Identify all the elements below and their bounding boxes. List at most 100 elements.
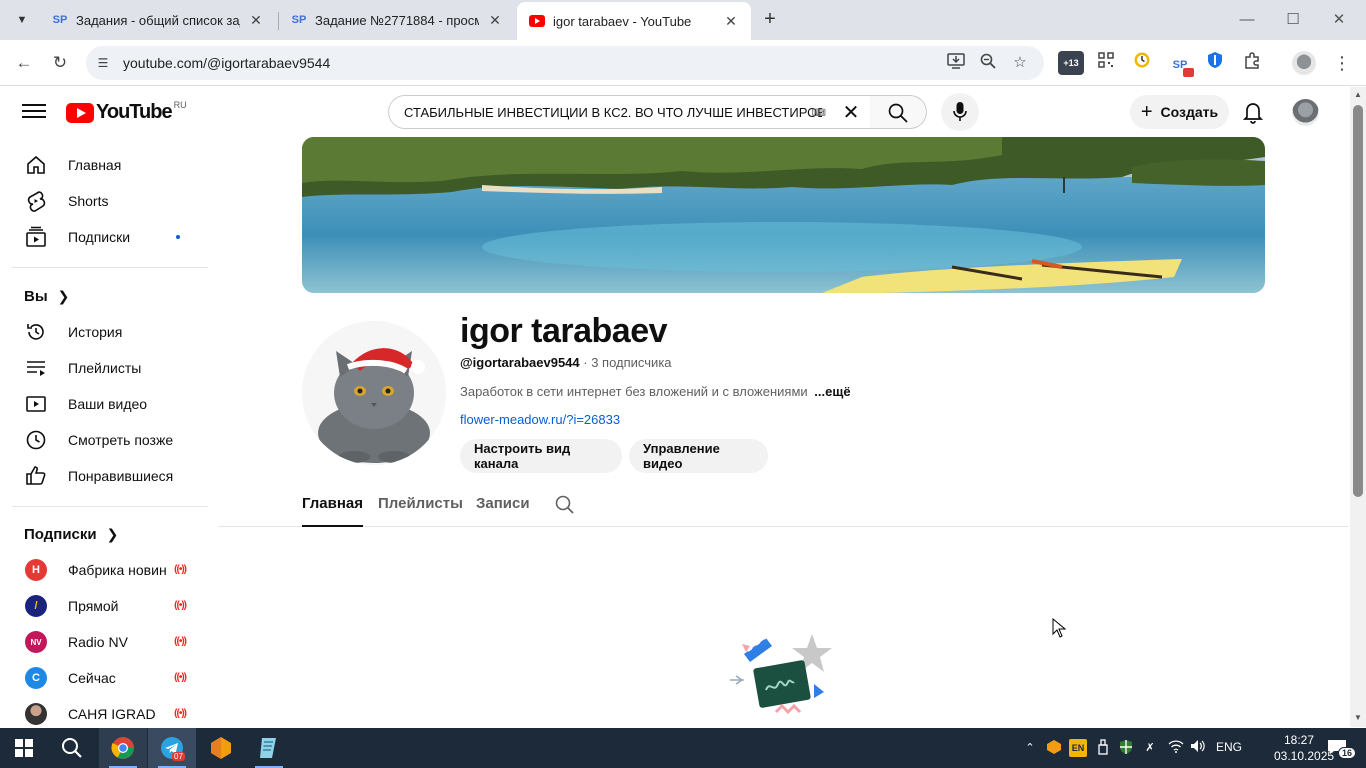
back-button[interactable]: ←: [10, 49, 38, 77]
reload-button[interactable]: ↻: [46, 49, 74, 77]
sidebar-item-your-videos[interactable]: Ваши видео: [12, 386, 208, 422]
customize-channel-button[interactable]: Настроить вид канала: [460, 439, 622, 473]
close-tab-icon[interactable]: ✕: [487, 12, 503, 29]
shorts-icon: [24, 189, 48, 213]
browser-menu-icon[interactable]: ⋮: [1330, 51, 1354, 75]
channel-avatar-icon: /: [24, 594, 48, 618]
tray-utility-icon[interactable]: ✗: [1141, 739, 1159, 757]
tab-title: Задания - общий список зада: [76, 12, 240, 28]
minimize-button[interactable]: —: [1233, 6, 1261, 34]
voice-search-button[interactable]: [941, 93, 979, 131]
history-icon: [24, 320, 48, 344]
security-shield-icon[interactable]: [1117, 739, 1135, 757]
close-tab-icon[interactable]: ✕: [248, 12, 264, 29]
subscriber-count: 3 подписчика: [591, 355, 672, 370]
show-more-link[interactable]: ...ещё: [814, 384, 850, 399]
notifications-bell-icon[interactable]: [1240, 99, 1266, 125]
extensions-badge-icon[interactable]: +13: [1058, 51, 1084, 75]
extensions-puzzle-icon[interactable]: [1240, 51, 1264, 75]
install-app-icon[interactable]: [946, 53, 966, 73]
sidebar-item-subscriptions[interactable]: Подписки: [12, 219, 208, 255]
network-wifi-icon[interactable]: [1167, 739, 1185, 757]
keyboard-layout-en-icon[interactable]: EN: [1069, 739, 1087, 757]
sidebar-item-history[interactable]: История: [12, 314, 208, 350]
sidebar-item-playlists[interactable]: Плейлисты: [12, 350, 208, 386]
subscription-item[interactable]: / Прямой ((•)): [12, 588, 208, 624]
channel-description[interactable]: Заработок в сети интернет без вложений и…: [460, 384, 851, 399]
scrollbar-thumb[interactable]: [1353, 105, 1363, 497]
scroll-up-arrow-icon[interactable]: ▲: [1353, 90, 1363, 100]
input-language[interactable]: ENG: [1216, 740, 1242, 754]
notification-center-button[interactable]: 16: [1326, 738, 1357, 760]
channel-avatar-icon: [24, 702, 48, 726]
browser-tab-2[interactable]: SP Задание №2771884 - просмот ✕: [279, 0, 515, 40]
channel-banner: [302, 137, 1265, 293]
subscription-item[interactable]: NV Radio NV ((•)): [12, 624, 208, 660]
sidebar-item-home[interactable]: Главная: [12, 147, 208, 183]
volume-icon[interactable]: [1189, 739, 1207, 757]
usb-device-icon[interactable]: [1094, 739, 1112, 757]
search-button[interactable]: [870, 95, 927, 129]
youtube-play-icon: [66, 102, 94, 123]
close-window-button[interactable]: ✕: [1325, 6, 1353, 34]
youtube-logo[interactable]: YouTube RU: [66, 100, 187, 124]
channel-handle: @igortarabaev9544: [460, 355, 580, 370]
address-bar[interactable]: ☰ youtube.com/@igortarabaev9544 ☆: [86, 46, 1044, 80]
tab-posts[interactable]: Записи: [476, 495, 530, 527]
sidebar-item-watch-later[interactable]: Смотреть позже: [12, 422, 208, 458]
create-label: Создать: [1160, 104, 1219, 120]
search-input[interactable]: СТАБИЛЬНЫЕ ИНВЕСТИЦИИ В КС2. ВО ЧТО ЛУЧШ…: [388, 95, 871, 129]
sp-extension-icon[interactable]: SP: [1168, 51, 1194, 77]
guide-menu-icon[interactable]: [22, 101, 46, 121]
show-hidden-icons-chevron-icon[interactable]: ⌃: [1021, 739, 1039, 757]
live-broadcast-icon: ((•)): [174, 564, 187, 575]
channel-search-icon[interactable]: [555, 495, 575, 515]
keyboard-icon[interactable]: ⌨: [812, 108, 826, 119]
sidebar-subscriptions-heading[interactable]: Подписки ❯: [24, 526, 118, 543]
tab-search-button[interactable]: ▼: [8, 8, 36, 32]
manage-videos-button[interactable]: Управление видео: [629, 439, 768, 473]
bookmark-star-icon[interactable]: ☆: [1010, 53, 1030, 73]
create-button[interactable]: + Создать: [1130, 95, 1229, 129]
maximize-button[interactable]: ☐: [1279, 6, 1307, 34]
sidebar-item-shorts[interactable]: Shorts: [12, 183, 208, 219]
site-info-icon[interactable]: ☰: [94, 54, 112, 72]
taskbar-notepad[interactable]: [245, 728, 293, 768]
subscription-item[interactable]: Н Фабрика новин ((•)): [12, 552, 208, 588]
channel-external-link[interactable]: flower-meadow.ru/?i=26833: [460, 412, 620, 427]
channel-avatar-icon: NV: [24, 630, 48, 654]
taskbar-telegram[interactable]: 07: [148, 728, 196, 768]
scroll-down-arrow-icon[interactable]: ▼: [1353, 713, 1363, 723]
taskbar-app-orange[interactable]: [197, 728, 245, 768]
notification-count: 16: [1338, 747, 1357, 759]
shield-extension-icon[interactable]: [1203, 51, 1227, 75]
sidebar-you-heading[interactable]: Вы ❯: [24, 288, 69, 305]
close-tab-icon[interactable]: ✕: [723, 13, 739, 30]
new-tab-button[interactable]: +: [758, 8, 782, 32]
account-avatar[interactable]: [1292, 99, 1319, 126]
qr-code-icon[interactable]: [1094, 51, 1118, 75]
browser-tab-1[interactable]: SP Задания - общий список зада ✕: [40, 0, 276, 40]
channel-meta: @igortarabaev9544 · 3 подписчика: [460, 355, 672, 370]
browser-tab-active[interactable]: igor tarabaev - YouTube ✕: [517, 2, 751, 40]
channel-avatar-large[interactable]: [302, 321, 446, 465]
tray-orange-app-icon[interactable]: [1045, 739, 1063, 757]
clear-search-icon[interactable]: ✕: [838, 100, 864, 126]
sidebar-item-liked[interactable]: Понравившиеся: [12, 458, 208, 494]
url-text[interactable]: youtube.com/@igortarabaev9544: [123, 55, 330, 71]
taskbar-chrome[interactable]: [99, 728, 147, 768]
windows-logo-icon: [15, 739, 33, 757]
subscription-item[interactable]: САНЯ IGRAD ((•)): [12, 696, 208, 727]
you-heading-label: Вы: [24, 288, 48, 305]
timer-extension-icon[interactable]: [1130, 51, 1154, 75]
tab-playlists[interactable]: Плейлисты: [378, 495, 463, 527]
tab-home[interactable]: Главная: [302, 495, 364, 527]
start-button[interactable]: [0, 728, 48, 768]
page-scrollbar[interactable]: ▲ ▼: [1350, 87, 1366, 727]
zoom-icon[interactable]: [978, 53, 998, 73]
search-query-text[interactable]: СТАБИЛЬНЫЕ ИНВЕСТИЦИИ В КС2. ВО ЧТО ЛУЧШ…: [404, 105, 822, 120]
taskbar-search-button[interactable]: [48, 728, 96, 768]
profile-avatar[interactable]: [1292, 51, 1316, 75]
subscription-item[interactable]: C Сейчас ((•)): [12, 660, 208, 696]
system-clock[interactable]: 18:27 03.10.2025: [1274, 732, 1334, 764]
